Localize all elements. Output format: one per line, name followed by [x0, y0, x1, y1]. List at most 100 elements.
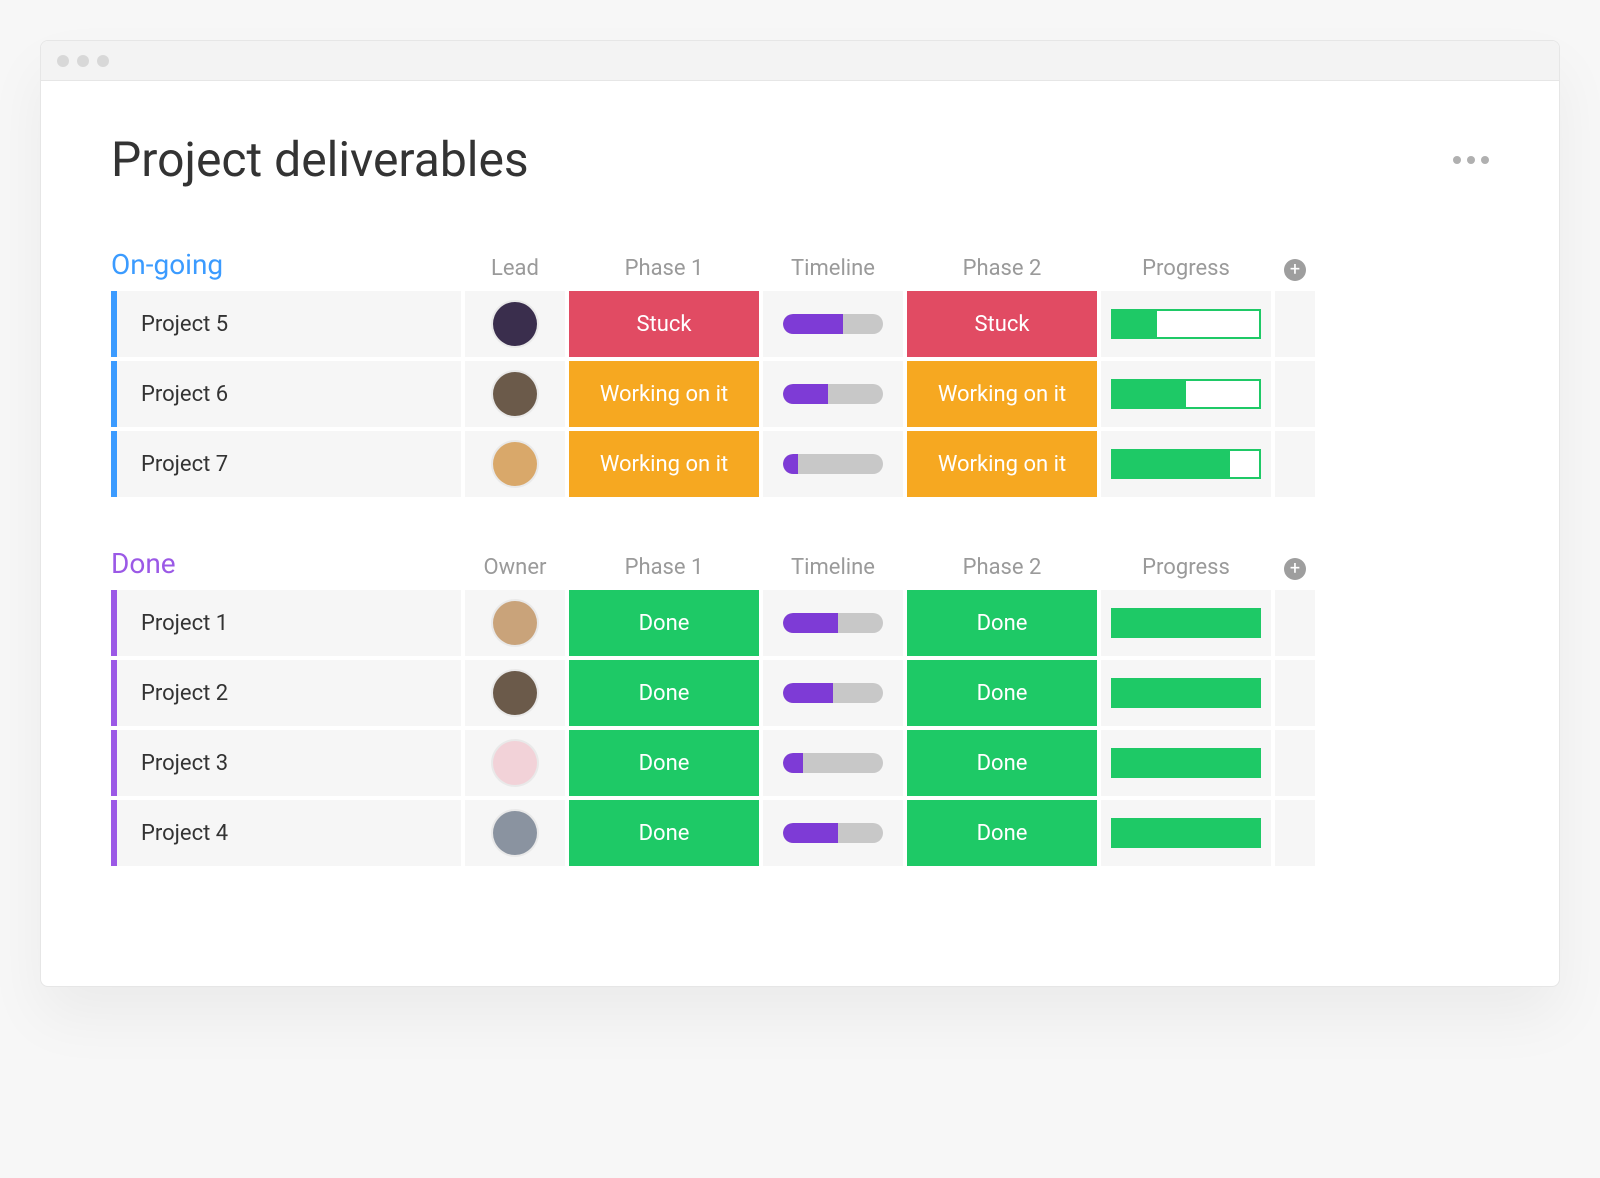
item-name-cell[interactable]: Project 5 [111, 291, 461, 357]
board-options-button[interactable] [1453, 156, 1489, 164]
avatar [493, 372, 537, 416]
dots-icon [1481, 156, 1489, 164]
table-row: Project 5 Stuck Stuck [111, 291, 1489, 357]
dots-icon [1467, 156, 1475, 164]
progress-bar [1111, 608, 1261, 638]
trailing-cell [1275, 660, 1315, 726]
group-header-row: DoneOwnerPhase 1TimelinePhase 2Progress + [111, 547, 1489, 590]
progress-cell[interactable] [1101, 730, 1271, 796]
table-row: Project 2 Done Done [111, 660, 1489, 726]
progress-bar [1111, 309, 1261, 339]
timeline-fill [783, 613, 838, 633]
progress-bar [1111, 449, 1261, 479]
group-done: DoneOwnerPhase 1TimelinePhase 2Progress+… [111, 547, 1489, 866]
timeline-cell[interactable] [763, 590, 903, 656]
status-cell-phase1[interactable]: Done [569, 590, 759, 656]
column-header[interactable]: Timeline [763, 555, 903, 590]
add-column-button[interactable]: + [1284, 558, 1306, 580]
person-cell[interactable] [465, 660, 565, 726]
trailing-cell [1275, 431, 1315, 497]
trailing-cell [1275, 800, 1315, 866]
column-header[interactable]: Phase 2 [907, 256, 1097, 291]
person-cell[interactable] [465, 291, 565, 357]
progress-cell[interactable] [1101, 590, 1271, 656]
person-cell[interactable] [465, 361, 565, 427]
window-titlebar [41, 41, 1559, 81]
timeline-cell[interactable] [763, 361, 903, 427]
window-control-max-icon[interactable] [97, 55, 109, 67]
timeline-cell[interactable] [763, 730, 903, 796]
person-cell[interactable] [465, 730, 565, 796]
status-cell-phase1[interactable]: Done [569, 730, 759, 796]
trailing-cell [1275, 590, 1315, 656]
timeline-cell[interactable] [763, 660, 903, 726]
window-control-min-icon[interactable] [77, 55, 89, 67]
column-header[interactable]: Progress [1101, 555, 1271, 590]
board-content: Project deliverables On-goingLeadPhase 1… [41, 81, 1559, 986]
window-control-close-icon[interactable] [57, 55, 69, 67]
timeline-bar [783, 753, 883, 773]
progress-bar [1111, 379, 1261, 409]
status-cell-phase2[interactable]: Done [907, 660, 1097, 726]
progress-cell[interactable] [1101, 361, 1271, 427]
column-header[interactable]: Phase 2 [907, 555, 1097, 590]
progress-cell[interactable] [1101, 800, 1271, 866]
group-title[interactable]: Done [111, 547, 461, 580]
item-name-cell[interactable]: Project 7 [111, 431, 461, 497]
progress-bar [1111, 678, 1261, 708]
person-cell[interactable] [465, 800, 565, 866]
progress-fill [1113, 750, 1259, 776]
table-row: Project 7 Working on it Working on it [111, 431, 1489, 497]
column-header[interactable]: Owner [465, 555, 565, 590]
item-name-cell[interactable]: Project 1 [111, 590, 461, 656]
timeline-fill [783, 454, 798, 474]
column-header[interactable]: Lead [465, 256, 565, 291]
timeline-fill [783, 384, 828, 404]
timeline-bar [783, 454, 883, 474]
progress-cell[interactable] [1101, 291, 1271, 357]
person-cell[interactable] [465, 590, 565, 656]
status-cell-phase2[interactable]: Working on it [907, 431, 1097, 497]
status-cell-phase1[interactable]: Working on it [569, 361, 759, 427]
item-name-cell[interactable]: Project 3 [111, 730, 461, 796]
status-cell-phase2[interactable]: Done [907, 590, 1097, 656]
status-cell-phase2[interactable]: Stuck [907, 291, 1097, 357]
status-cell-phase2[interactable]: Working on it [907, 361, 1097, 427]
item-name-cell[interactable]: Project 2 [111, 660, 461, 726]
status-cell-phase2[interactable]: Done [907, 730, 1097, 796]
progress-fill [1113, 680, 1259, 706]
avatar [493, 671, 537, 715]
timeline-bar [783, 683, 883, 703]
progress-bar [1111, 818, 1261, 848]
trailing-cell [1275, 730, 1315, 796]
progress-cell[interactable] [1101, 431, 1271, 497]
timeline-cell[interactable] [763, 431, 903, 497]
person-cell[interactable] [465, 431, 565, 497]
plus-icon: + [1290, 261, 1300, 279]
item-name-cell[interactable]: Project 6 [111, 361, 461, 427]
avatar [493, 601, 537, 645]
group-ongoing: On-goingLeadPhase 1TimelinePhase 2Progre… [111, 248, 1489, 497]
status-cell-phase1[interactable]: Done [569, 800, 759, 866]
add-column-button[interactable]: + [1284, 259, 1306, 281]
status-cell-phase1[interactable]: Working on it [569, 431, 759, 497]
column-header[interactable]: Progress [1101, 256, 1271, 291]
column-header[interactable]: Phase 1 [569, 256, 759, 291]
timeline-cell[interactable] [763, 800, 903, 866]
timeline-cell[interactable] [763, 291, 903, 357]
column-header[interactable]: Phase 1 [569, 555, 759, 590]
item-name-cell[interactable]: Project 4 [111, 800, 461, 866]
progress-cell[interactable] [1101, 660, 1271, 726]
status-cell-phase1[interactable]: Stuck [569, 291, 759, 357]
plus-icon: + [1290, 560, 1300, 578]
trailing-cell [1275, 291, 1315, 357]
page-title: Project deliverables [111, 131, 529, 188]
progress-fill [1113, 820, 1259, 846]
status-cell-phase1[interactable]: Done [569, 660, 759, 726]
timeline-bar [783, 314, 883, 334]
column-header[interactable]: Timeline [763, 256, 903, 291]
avatar [493, 741, 537, 785]
timeline-fill [783, 314, 843, 334]
status-cell-phase2[interactable]: Done [907, 800, 1097, 866]
group-title[interactable]: On-going [111, 248, 461, 281]
